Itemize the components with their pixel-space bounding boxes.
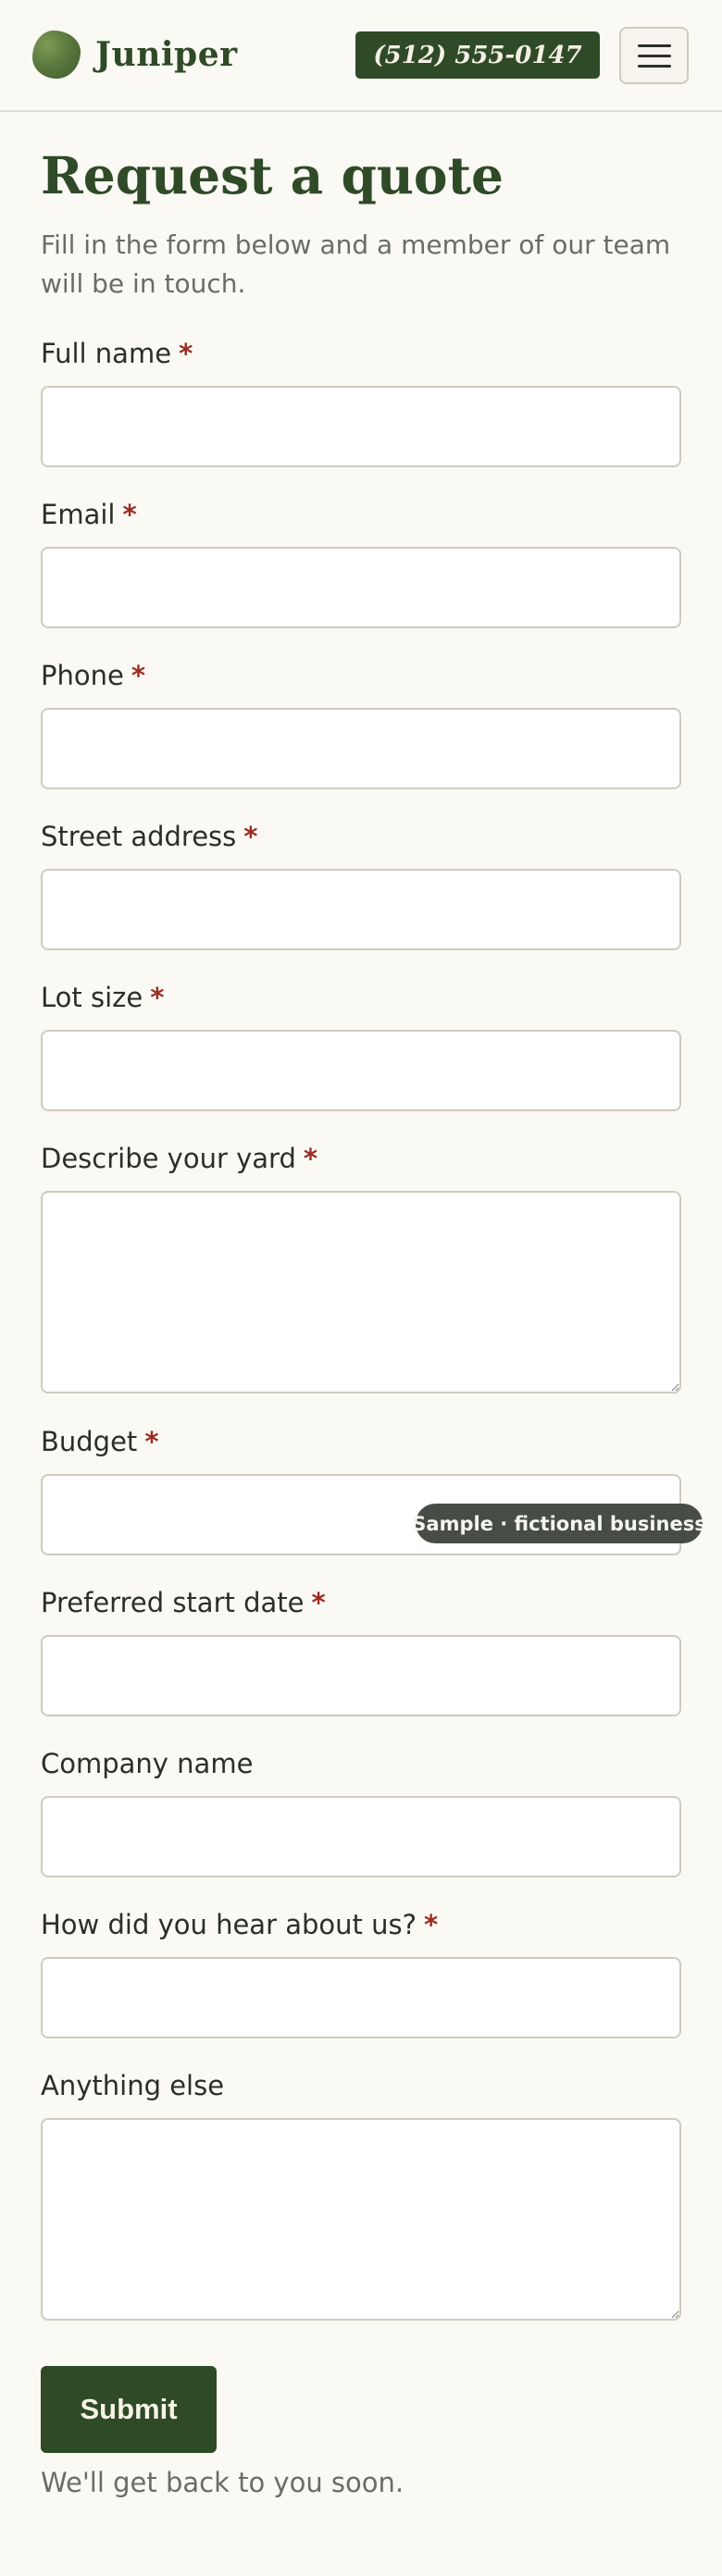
describe-yard-textarea[interactable] — [41, 1191, 681, 1393]
form-footnote: We'll get back to you soon. — [41, 2467, 405, 2498]
field-label: Phone * — [41, 660, 146, 691]
field-label: Lot size * — [41, 982, 165, 1013]
field-company-name: Company name — [41, 1745, 681, 1877]
field-label: Budget * — [41, 1426, 159, 1457]
field-budget: Budget * — [41, 1423, 681, 1555]
field-label: Anything else — [41, 2070, 225, 2101]
phone-button[interactable]: (512) 555-0147 — [355, 31, 600, 79]
field-describe-yard: Describe your yard * — [41, 1140, 681, 1393]
sample-badge: Sample · fictional business — [412, 1504, 706, 1543]
street-address-input[interactable] — [41, 869, 681, 950]
anything-else-textarea[interactable] — [41, 2118, 681, 2321]
field-label: Company name — [41, 1748, 254, 1779]
field-anything-else: Anything else — [41, 2067, 681, 2321]
brand-name[interactable]: Juniper — [95, 35, 238, 74]
required-marker: * — [311, 1587, 326, 1618]
required-marker: * — [303, 1143, 318, 1174]
field-lot-size: Lot size * — [41, 979, 681, 1111]
form-intro: Fill in the form below and a member of o… — [41, 229, 671, 299]
field-referral-source: How did you hear about us? * — [41, 1906, 681, 2038]
required-marker: * — [131, 660, 146, 691]
required-marker: * — [144, 1426, 159, 1457]
field-email: Email * — [41, 496, 681, 628]
field-label: Full name * — [41, 338, 193, 369]
phone-input[interactable] — [41, 708, 681, 789]
leaf-icon[interactable] — [32, 31, 81, 79]
field-label: Describe your yard * — [41, 1143, 318, 1174]
field-preferred-start-date: Preferred start date * — [41, 1584, 681, 1716]
field-label: How did you hear about us? * — [41, 1909, 439, 1940]
lot-size-input[interactable] — [41, 1030, 681, 1111]
required-marker: * — [122, 499, 137, 530]
company-name-input[interactable] — [41, 1796, 681, 1877]
full-name-input[interactable] — [41, 386, 681, 467]
field-label: Preferred start date * — [41, 1587, 326, 1618]
field-label: Email * — [41, 499, 137, 530]
field-label: Street address * — [41, 821, 258, 852]
required-marker: * — [150, 982, 165, 1013]
required-marker: * — [243, 821, 258, 852]
hamburger-menu-icon — [637, 54, 671, 57]
field-full-name: Full name * — [41, 335, 681, 467]
required-marker: * — [424, 1909, 439, 1940]
email-input[interactable] — [41, 547, 681, 628]
referral-source-input[interactable] — [41, 1957, 681, 2038]
site-header: Juniper (512) 555-0147 — [0, 0, 722, 112]
field-phone: Phone * — [41, 657, 681, 789]
submit-button[interactable]: Submit — [41, 2366, 217, 2453]
hamburger-menu-icon — [637, 64, 671, 68]
field-street-address: Street address * — [41, 818, 681, 950]
page-title: Request a quote — [41, 145, 504, 205]
menu-button[interactable] — [619, 27, 689, 84]
required-marker: * — [179, 338, 193, 369]
preferred-start-date-input[interactable] — [41, 1635, 681, 1716]
hamburger-menu-icon — [637, 43, 671, 47]
